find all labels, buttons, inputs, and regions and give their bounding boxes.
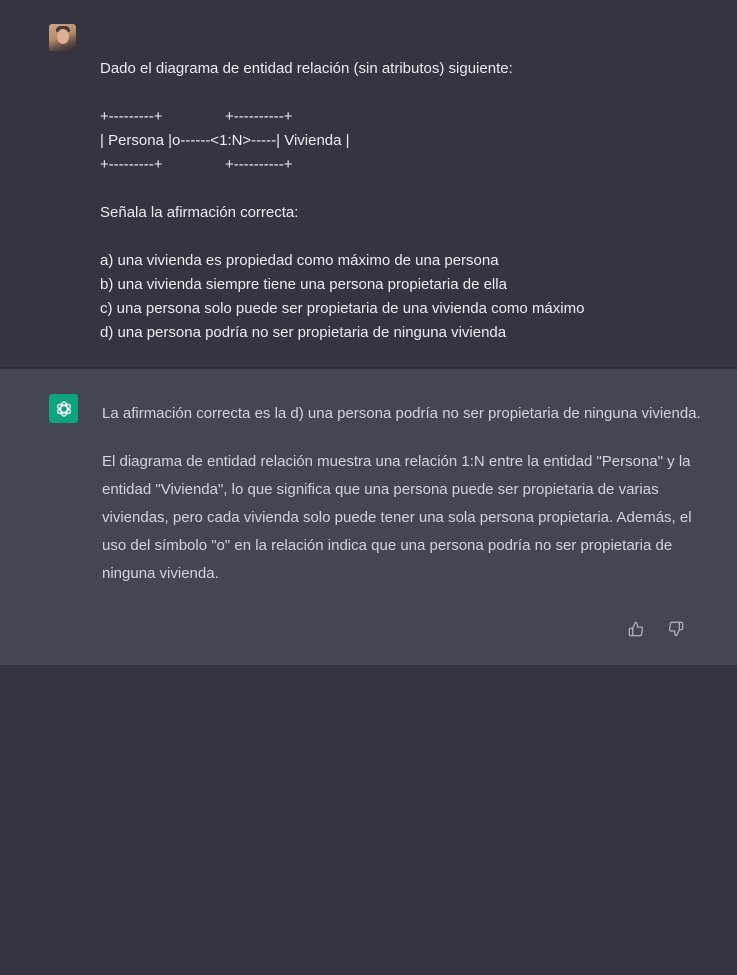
- thumbs-down-button[interactable]: [667, 620, 685, 638]
- paragraph: El diagrama de entidad relación muestra …: [102, 453, 692, 582]
- user-avatar: [49, 24, 76, 51]
- line: d) una persona podría no ser propietaria…: [100, 324, 507, 341]
- thumbs-up-icon: [628, 621, 644, 637]
- thumbs-down-icon: [668, 621, 684, 637]
- assistant-message-text: La afirmación correcta es la d) una pers…: [102, 400, 702, 608]
- line: [100, 81, 700, 105]
- line: a) una vivienda es propiedad como máximo…: [100, 252, 499, 269]
- line: [100, 177, 700, 201]
- user-message-text: Dado el diagrama de entidad relación (si…: [100, 33, 700, 345]
- paragraph: La afirmación correcta es la d) una pers…: [102, 405, 701, 422]
- line: b) una vivienda siempre tiene una person…: [100, 276, 507, 293]
- line: c) una persona solo puede ser propietari…: [100, 300, 585, 317]
- line: +---------+ +----------+: [100, 156, 293, 173]
- line: +---------+ +----------+: [100, 108, 293, 125]
- thumbs-up-button[interactable]: [627, 620, 645, 638]
- line: Dado el diagrama de entidad relación (si…: [100, 60, 513, 77]
- line: Señala la afirmación correcta:: [100, 204, 299, 221]
- line: | Persona |o------<1:N>-----| Vivienda |: [100, 132, 350, 149]
- user-message: Dado el diagrama de entidad relación (si…: [0, 0, 737, 368]
- chatgpt-logo-icon: [49, 394, 78, 423]
- line: [100, 225, 700, 249]
